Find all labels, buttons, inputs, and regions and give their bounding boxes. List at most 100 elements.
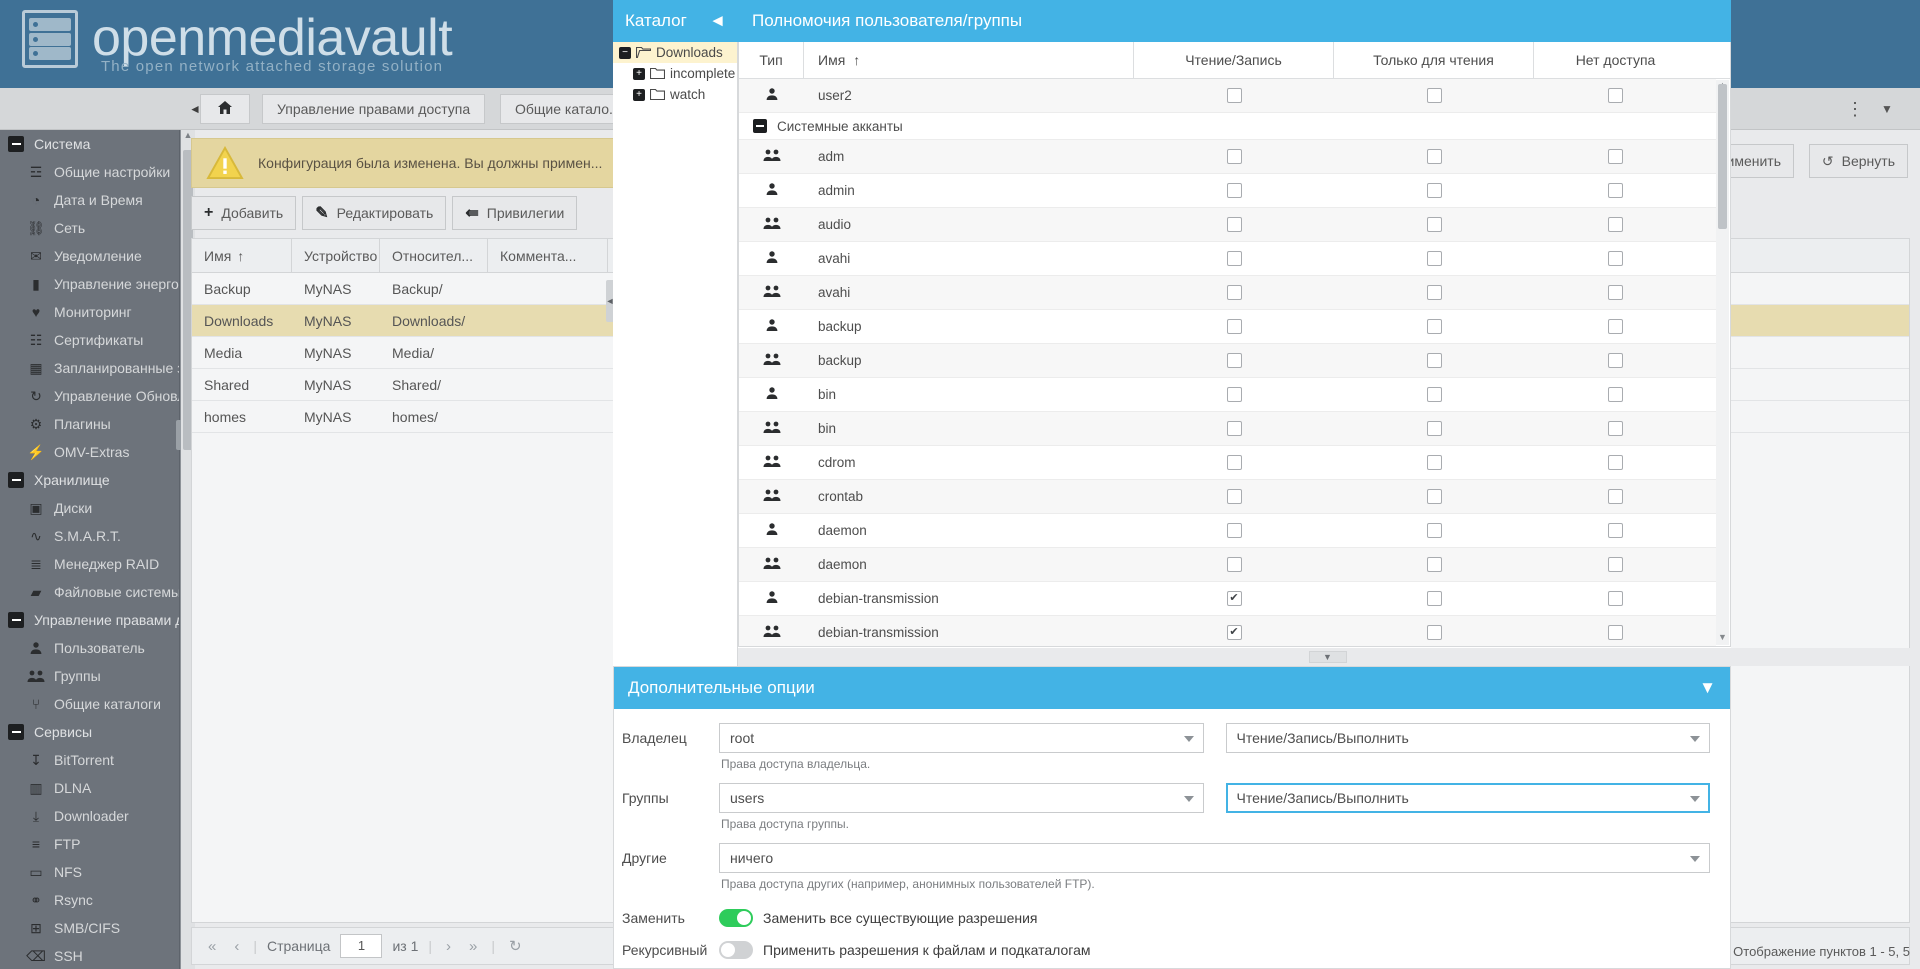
cell-no-access[interactable] [1534,480,1697,513]
no-access-checkbox[interactable] [1608,455,1623,470]
table-row[interactable]: admin [739,174,1716,208]
table-row[interactable]: debian-transmission [739,582,1716,616]
read-only-checkbox[interactable] [1426,149,1442,164]
no-access-checkbox[interactable] [1608,149,1623,164]
no-access-checkbox[interactable] [1608,183,1623,198]
minus-icon[interactable] [8,724,24,740]
table-row[interactable]: backup [739,310,1716,344]
cell-no-access[interactable] [1534,548,1697,581]
sidebar-item-0-8[interactable]: ↻ Управление Обновле... [0,382,179,410]
cell-read-write[interactable] [1134,412,1334,445]
read-write-checkbox[interactable] [1226,421,1242,436]
recursive-toggle[interactable] [719,941,753,959]
read-only-checkbox[interactable] [1426,625,1442,640]
cell-read-only[interactable] [1334,208,1534,241]
cell-no-access[interactable] [1534,446,1697,479]
cell-read-only[interactable] [1334,276,1534,309]
no-access-checkbox[interactable] [1608,591,1623,606]
read-write-checkbox[interactable] [1226,217,1242,232]
cell-read-only[interactable] [1334,344,1534,377]
read-write-checkbox[interactable] [1226,149,1242,164]
cell-read-only[interactable] [1334,310,1534,343]
page-input[interactable]: 1 [340,934,383,958]
sidebar-item-0-4[interactable]: ▮ Управление энергопо... [0,270,179,298]
panel-splitter[interactable]: ▼ [738,648,1917,666]
cell-read-only[interactable] [1334,480,1534,513]
no-access-checkbox[interactable] [1608,285,1623,300]
chevron-down-icon[interactable]: ▼ [1874,94,1900,124]
read-only-checkbox[interactable] [1426,285,1442,300]
table-row[interactable]: daemon [739,548,1716,582]
sidebar-group-0[interactable]: Система [0,130,179,158]
cell-no-access[interactable] [1534,344,1697,377]
tab-access-rights[interactable]: Управление правами доступа [262,94,486,124]
cell-no-access[interactable] [1534,582,1697,615]
read-write-checkbox[interactable] [1226,285,1242,300]
edit-button[interactable]: ✎ Редактировать [302,196,447,230]
sidebar-item-3-2[interactable]: ⤓ Downloader [0,802,179,830]
sidebar-item-0-3[interactable]: ✉ Уведомление [0,242,179,270]
sidebar-item-0-0[interactable]: ☲ Общие настройки [0,158,179,186]
sidebar-item-2-1[interactable]: Группы [0,662,179,690]
read-only-checkbox[interactable] [1426,319,1442,334]
sidebar-item-0-2[interactable]: ⛓ Сеть [0,214,179,242]
cell-read-only[interactable] [1334,616,1534,646]
read-only-checkbox[interactable] [1426,251,1442,266]
sidebar-item-3-1[interactable]: ▥ DLNA [0,774,179,802]
sidebar-item-0-6[interactable]: ☷ Сертификаты [0,326,179,354]
cell-read-write[interactable] [1134,378,1334,411]
read-only-checkbox[interactable] [1426,88,1442,103]
table-row[interactable]: debian-transmission [739,616,1716,646]
cell-read-only[interactable] [1334,446,1534,479]
chevron-left-icon[interactable]: ◄ [709,11,726,31]
table-row[interactable]: audio [739,208,1716,242]
cell-no-access[interactable] [1534,140,1697,173]
cell-no-access[interactable] [1534,514,1697,547]
others-select[interactable]: ничего [719,843,1710,873]
chevron-down-icon[interactable]: ▼ [1699,678,1716,698]
cell-read-only[interactable] [1334,514,1534,547]
cell-read-write[interactable] [1134,140,1334,173]
sidebar-item-3-6[interactable]: ⊞ SMB/CIFS [0,914,179,942]
cell-read-only[interactable] [1334,378,1534,411]
read-only-checkbox[interactable] [1426,591,1442,606]
cell-read-only[interactable] [1334,140,1534,173]
read-only-checkbox[interactable] [1426,489,1442,504]
privileges-button[interactable]: ⇚ Привилегии [452,196,578,230]
sidebar-item-0-10[interactable]: ⚡ OMV-Extras [0,438,179,466]
sidebar-item-1-1[interactable]: ∿ S.M.A.R.T. [0,522,179,550]
column-header-name[interactable]: Имя ↑ [804,42,1134,78]
column-header-relative-path[interactable]: Относител... [380,239,488,272]
sidebar-item-1-3[interactable]: ▰ Файловые системы [0,578,179,606]
sidebar-item-0-5[interactable]: ♥ Мониторинг [0,298,179,326]
cell-read-only[interactable] [1334,79,1534,112]
cell-read-write[interactable] [1134,446,1334,479]
no-access-checkbox[interactable] [1608,387,1623,402]
column-header-comment[interactable]: Коммента... [488,239,608,272]
cell-read-only[interactable] [1334,412,1534,445]
sidebar-item-3-5[interactable]: ⚭ Rsync [0,886,179,914]
chevron-down-icon[interactable]: ▼ [1308,651,1347,663]
read-only-checkbox[interactable] [1426,217,1442,232]
cell-no-access[interactable] [1534,378,1697,411]
read-write-checkbox[interactable] [1226,557,1242,572]
read-write-checkbox[interactable] [1226,387,1242,402]
no-access-checkbox[interactable] [1608,353,1623,368]
cell-read-write[interactable] [1134,79,1334,112]
cell-read-write[interactable] [1134,582,1334,615]
cell-read-write[interactable] [1134,276,1334,309]
column-header-type[interactable]: Тип [739,42,804,78]
column-header-no-access[interactable]: Нет доступа [1534,42,1697,78]
cell-no-access[interactable] [1534,174,1697,207]
plus-icon[interactable]: + [633,67,645,80]
sidebar-item-0-7[interactable]: ▦ Запланированные за... [0,354,179,382]
sidebar-item-0-9[interactable]: ⚙ Плагины [0,410,179,438]
no-access-checkbox[interactable] [1608,319,1623,334]
group-permission-select[interactable]: Чтение/Запись/Выполнить [1225,783,1710,813]
revert-button[interactable]: ↺ Вернуть [1808,144,1908,178]
read-only-checkbox[interactable] [1426,183,1442,198]
table-row[interactable]: avahi [739,276,1716,310]
chevron-right-icon[interactable]: › [442,938,455,955]
scroll-down-icon[interactable]: ▼ [1716,632,1729,645]
table-row[interactable]: crontab [739,480,1716,514]
